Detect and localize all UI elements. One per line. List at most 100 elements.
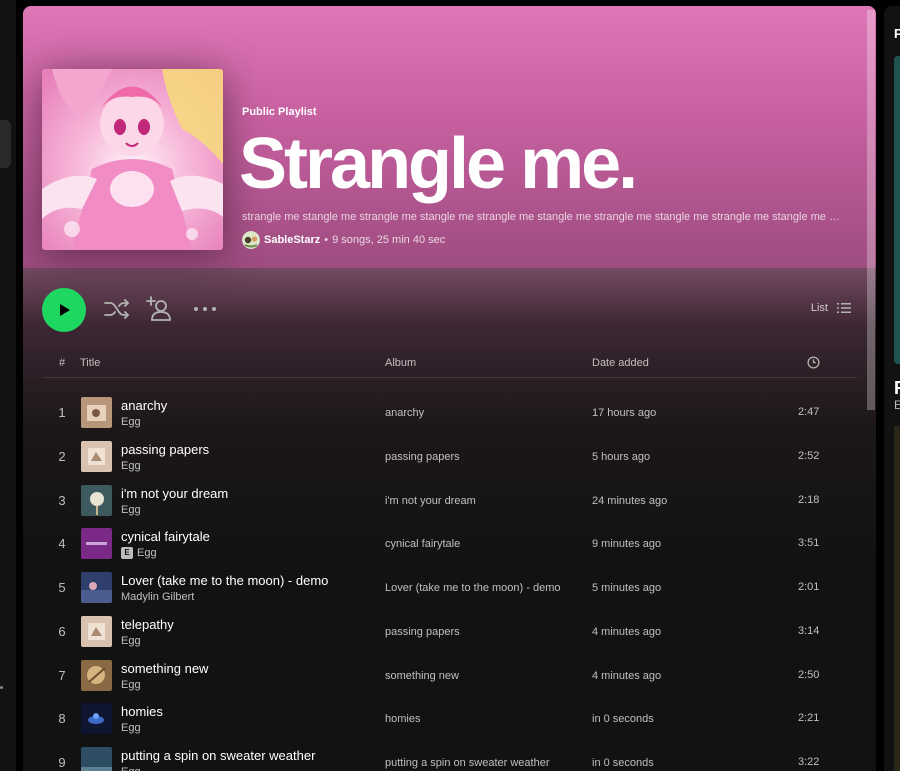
track-album-art bbox=[81, 484, 112, 516]
column-date-added[interactable]: Date added bbox=[592, 357, 649, 369]
track-artist-line: Egg bbox=[121, 635, 141, 647]
track-row[interactable]: 4 cynical fairytale E Egg cynical fairyt… bbox=[43, 522, 857, 566]
track-artist-line: Egg bbox=[121, 679, 141, 691]
play-button[interactable] bbox=[42, 288, 86, 332]
track-date-added: 5 minutes ago bbox=[592, 582, 662, 594]
track-row[interactable]: 7 something new Egg something new 4 minu… bbox=[43, 654, 857, 698]
track-album-link[interactable]: homies bbox=[385, 713, 420, 725]
more-options-button[interactable] bbox=[192, 299, 218, 319]
track-artist-line: Madylin Gilbert bbox=[121, 591, 194, 603]
track-date-added: 5 hours ago bbox=[592, 450, 651, 463]
playlist-title[interactable]: Strangle me. bbox=[239, 122, 638, 206]
track-title-link[interactable]: anarchy bbox=[121, 398, 167, 413]
track-date-added: 9 minutes ago bbox=[592, 538, 662, 551]
track-number: 6 bbox=[58, 623, 66, 639]
shuffle-icon bbox=[104, 299, 129, 319]
view-mode-button[interactable]: List bbox=[811, 302, 851, 314]
playlist-view: Public Playlist Strangle me. strangle me… bbox=[23, 6, 876, 771]
right-panel-subtitle: E bbox=[894, 398, 900, 412]
track-album-link[interactable]: anarchy bbox=[385, 407, 424, 419]
track-album-link[interactable]: passing papers bbox=[385, 626, 460, 638]
tracklist: 1 anarchy Egg anarchy 17 hours ago 2:47 … bbox=[43, 391, 857, 771]
right-panel-edge: P R E bbox=[884, 6, 900, 771]
owner-avatar[interactable] bbox=[242, 231, 260, 249]
track-album-link[interactable]: cynical fairytale bbox=[385, 538, 460, 550]
track-album-link[interactable]: Lover (take me to the moon) - demo bbox=[385, 582, 560, 594]
track-date-added: in 0 seconds bbox=[592, 757, 654, 769]
track-artist-link[interactable]: Madylin Gilbert bbox=[121, 591, 194, 603]
playlist-cover-art[interactable] bbox=[42, 69, 223, 250]
track-title-link[interactable]: cynical fairytale bbox=[121, 529, 210, 544]
track-date-added: 17 hours ago bbox=[592, 407, 657, 419]
track-album-art bbox=[81, 703, 112, 735]
track-album-art bbox=[81, 528, 112, 560]
track-number: 3 bbox=[58, 492, 66, 508]
track-artist-link[interactable]: Egg bbox=[121, 722, 141, 734]
library-item-highlight[interactable] bbox=[0, 120, 11, 168]
track-artist-line: Egg bbox=[121, 460, 141, 472]
right-panel-artwork[interactable] bbox=[894, 56, 900, 364]
track-album-link[interactable]: i'm not your dream bbox=[385, 495, 476, 507]
column-album[interactable]: Album bbox=[385, 357, 416, 369]
right-panel-title: R bbox=[894, 378, 900, 399]
view-mode-label: List bbox=[810, 302, 828, 314]
track-artist-link[interactable]: Egg bbox=[121, 460, 141, 472]
column-title[interactable]: Title bbox=[80, 357, 100, 369]
track-artist-line: Egg bbox=[121, 766, 141, 771]
track-row[interactable]: 5 Lover (take me to the moon) - demo Mad… bbox=[43, 566, 857, 610]
track-artist-link[interactable]: Egg bbox=[121, 504, 141, 516]
track-row[interactable]: 6 telepathy Egg passing papers 4 minutes… bbox=[43, 610, 857, 654]
track-title-link[interactable]: Lover (take me to the moon) - demo bbox=[121, 573, 328, 588]
list-icon bbox=[837, 303, 851, 313]
track-number: 1 bbox=[58, 405, 66, 420]
play-icon bbox=[60, 304, 70, 316]
track-row[interactable]: 8 homies Egg homies in 0 seconds 2:21 bbox=[43, 697, 857, 741]
track-duration: 2:18 bbox=[798, 493, 820, 506]
owner-name-link[interactable]: SableStarz bbox=[264, 234, 320, 246]
track-album-link[interactable]: putting a spin on sweater weather bbox=[385, 757, 550, 769]
track-title-link[interactable]: i'm not your dream bbox=[121, 486, 228, 501]
track-album-art bbox=[81, 747, 112, 771]
track-number: 9 bbox=[58, 755, 66, 770]
add-user-button[interactable] bbox=[146, 295, 174, 323]
column-number[interactable]: # bbox=[59, 357, 65, 369]
track-album-link[interactable]: passing papers bbox=[385, 451, 460, 463]
track-title-link[interactable]: homies bbox=[121, 704, 163, 719]
track-row[interactable]: 3 i'm not your dream Egg i'm not your dr… bbox=[43, 479, 857, 523]
main-scrollbar-thumb[interactable] bbox=[867, 10, 875, 410]
track-title-link[interactable]: putting a spin on sweater weather bbox=[121, 748, 315, 763]
right-panel-heading: P bbox=[894, 26, 900, 41]
track-row[interactable]: 9 putting a spin on sweater weather Egg … bbox=[43, 741, 857, 771]
clock-icon bbox=[807, 356, 820, 369]
track-title-link[interactable]: passing papers bbox=[121, 442, 209, 457]
track-title-link[interactable]: telepathy bbox=[121, 617, 174, 632]
track-title-link[interactable]: something new bbox=[121, 661, 208, 676]
track-artist-link[interactable]: Egg bbox=[137, 547, 157, 559]
playlist-description: strangle me stangle me strangle me stang… bbox=[242, 211, 842, 223]
track-artist-link[interactable]: Egg bbox=[121, 416, 141, 428]
column-duration[interactable] bbox=[807, 356, 820, 372]
sidebar-dot bbox=[0, 686, 3, 689]
track-artist-link[interactable]: Egg bbox=[121, 766, 141, 771]
track-album-link[interactable]: something new bbox=[385, 670, 459, 682]
track-album-art bbox=[81, 659, 112, 691]
track-artist-link[interactable]: Egg bbox=[121, 635, 141, 647]
track-album-art bbox=[81, 572, 112, 603]
track-number: 4 bbox=[58, 536, 66, 552]
playlist-kind-label: Public Playlist bbox=[242, 106, 317, 118]
right-panel-artwork-2[interactable] bbox=[894, 426, 900, 771]
track-album-art bbox=[81, 615, 112, 647]
track-artist-link[interactable]: Egg bbox=[121, 679, 141, 691]
playlist-stats: 9 songs, 25 min 40 sec bbox=[332, 234, 446, 246]
track-artist-line: Egg bbox=[121, 416, 141, 428]
track-row[interactable]: 2 passing papers Egg passing papers 5 ho… bbox=[43, 435, 857, 479]
track-duration: 2:01 bbox=[798, 581, 820, 593]
shuffle-button[interactable] bbox=[103, 297, 131, 321]
left-sidebar-edge bbox=[0, 0, 16, 771]
track-number: 7 bbox=[58, 667, 66, 683]
track-date-added: 24 minutes ago bbox=[592, 494, 668, 507]
track-row[interactable]: 1 anarchy Egg anarchy 17 hours ago 2:47 bbox=[43, 391, 857, 435]
meta-separator: • bbox=[324, 234, 329, 246]
track-date-added: in 0 seconds bbox=[592, 713, 654, 726]
track-artist-line: Egg bbox=[121, 722, 141, 734]
